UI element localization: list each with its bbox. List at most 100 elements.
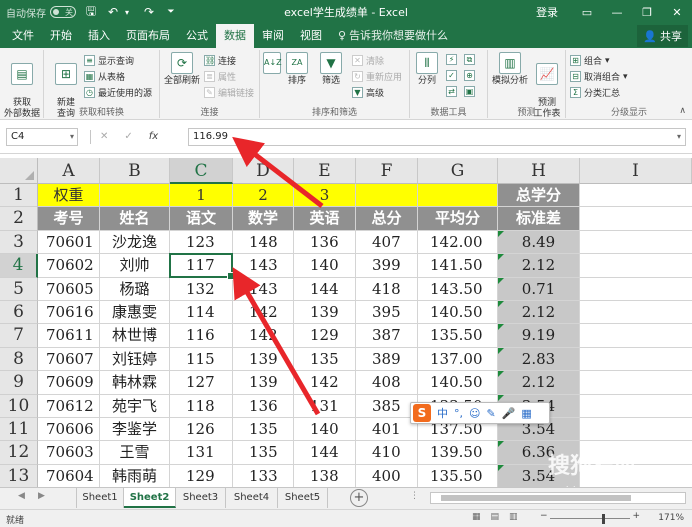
sheet-tab-1[interactable]: Sheet1 xyxy=(76,488,124,508)
tell-me-search[interactable]: ♀ 告诉我你想要做什么 xyxy=(330,24,456,48)
cell-h4[interactable]: 2.12 xyxy=(498,254,580,278)
login-link[interactable]: 登录 xyxy=(536,4,558,20)
cell-d7[interactable]: 142 xyxy=(233,324,294,348)
cell-b7[interactable]: 林世博 xyxy=(100,324,170,348)
cell-b1[interactable] xyxy=(100,184,170,208)
reapply-button[interactable]: ↻ 重新应用 xyxy=(352,70,402,83)
cell-d1[interactable]: 2 xyxy=(233,184,294,208)
cell-e9[interactable]: 142 xyxy=(294,371,356,395)
cell-b10[interactable]: 苑宇飞 xyxy=(100,394,170,418)
cell-c10[interactable]: 118 xyxy=(170,394,233,418)
remove-duplicates-button[interactable]: ⧉ xyxy=(464,54,475,65)
cell-h8[interactable]: 2.83 xyxy=(498,347,580,372)
tab-formulas[interactable]: 公式 xyxy=(178,24,216,48)
tab-page-layout[interactable]: 页面布局 xyxy=(118,24,178,48)
cell-e5[interactable]: 144 xyxy=(294,277,356,301)
ime-mode[interactable]: 中 xyxy=(437,405,448,421)
column-header-c[interactable]: C xyxy=(170,158,233,184)
cell-d5[interactable]: 143 xyxy=(233,277,294,301)
cell-f8[interactable]: 389 xyxy=(356,347,418,372)
get-external-data-button[interactable]: ▤ 获取 外部数据 xyxy=(2,52,42,120)
cell-g7[interactable]: 135.50 xyxy=(418,324,498,348)
manage-data-model-button[interactable]: ▣ xyxy=(464,86,475,97)
cell-e7[interactable]: 129 xyxy=(294,324,356,348)
ribbon-display-options-icon[interactable]: ▭ xyxy=(572,6,602,19)
cell-c4[interactable]: 117 xyxy=(170,254,233,278)
group-button[interactable]: ⊞ 组合 ▾ xyxy=(570,54,610,67)
cell-h12[interactable]: 6.36 xyxy=(498,441,580,465)
cell-d6[interactable]: 142 xyxy=(233,301,294,325)
cell-e12[interactable]: 144 xyxy=(294,441,356,465)
cell-a5[interactable]: 70605 xyxy=(38,277,100,301)
cell-h6[interactable]: 2.12 xyxy=(498,301,580,325)
cell-b5[interactable]: 杨璐 xyxy=(100,277,170,301)
ime-toolbar[interactable]: S 中 °, ☺ ✎ 🎤 ▦ xyxy=(410,402,550,424)
horizontal-scrollbar[interactable] xyxy=(430,492,686,504)
data-validation-button[interactable]: ✓ xyxy=(446,70,457,81)
cell-a12[interactable]: 70603 xyxy=(38,441,100,465)
name-box[interactable]: C4 ▾ xyxy=(6,128,78,146)
insert-function-icon[interactable]: fx xyxy=(149,128,158,146)
cell-e2[interactable]: 英语 xyxy=(294,207,356,231)
expand-formula-icon[interactable]: ▾ xyxy=(677,129,681,145)
cell-g12[interactable]: 139.50 xyxy=(418,441,498,465)
flash-fill-button[interactable]: ⚡ xyxy=(446,54,457,65)
relationships-button[interactable]: ⇄ xyxy=(446,86,457,97)
cell-a3[interactable]: 70601 xyxy=(38,230,100,255)
share-button[interactable]: 👤 共享 xyxy=(637,25,688,47)
subtotal-button[interactable]: Σ 分类汇总 xyxy=(570,86,620,99)
cell-e6[interactable]: 139 xyxy=(294,301,356,325)
cell-h5[interactable]: 0.71 xyxy=(498,277,580,301)
cell-c3[interactable]: 123 xyxy=(170,230,233,255)
cell-e11[interactable]: 140 xyxy=(294,418,356,442)
page-layout-view-icon[interactable]: ▤ xyxy=(491,512,500,522)
sort-az-button[interactable]: A↓Z xyxy=(262,52,282,76)
refresh-all-button[interactable]: ⟳ 全部刷新 xyxy=(162,52,202,87)
consolidate-button[interactable]: ⊕ xyxy=(464,70,475,81)
cell-d2[interactable]: 数学 xyxy=(233,207,294,231)
cell-i12[interactable] xyxy=(580,441,692,465)
column-header-h[interactable]: H xyxy=(498,158,580,184)
cell-f3[interactable]: 407 xyxy=(356,230,418,255)
cell-g5[interactable]: 143.50 xyxy=(418,277,498,301)
recent-sources-button[interactable]: ◷ 最近使用的源 xyxy=(84,86,152,99)
cell-b4[interactable]: 刘帅 xyxy=(100,254,170,278)
cell-f7[interactable]: 387 xyxy=(356,324,418,348)
save-icon[interactable]: 🖫 xyxy=(84,2,98,23)
cell-d9[interactable]: 139 xyxy=(233,371,294,395)
connections-button[interactable]: ⛓ 连接 xyxy=(204,54,236,67)
sheet-tab-4[interactable]: Sheet4 xyxy=(226,488,278,508)
toolbox-icon[interactable]: ▦ xyxy=(521,407,531,420)
column-header-d[interactable]: D xyxy=(233,158,294,184)
formula-input[interactable]: 116.99 ▾ xyxy=(188,128,686,146)
row-header-6[interactable]: 6 xyxy=(0,301,38,325)
cell-f12[interactable]: 410 xyxy=(356,441,418,465)
cell-e4[interactable]: 140 xyxy=(294,254,356,278)
cell-h7[interactable]: 9.19 xyxy=(498,324,580,348)
cell-c5[interactable]: 132 xyxy=(170,277,233,301)
cell-i7[interactable] xyxy=(580,324,692,348)
cell-c12[interactable]: 131 xyxy=(170,441,233,465)
column-header-g[interactable]: G xyxy=(418,158,498,184)
cell-g2[interactable]: 平均分 xyxy=(418,207,498,231)
column-header-e[interactable]: E xyxy=(294,158,356,184)
customize-toolbar-icon[interactable]: ⏷ xyxy=(164,7,178,17)
cell-d4[interactable]: 143 xyxy=(233,254,294,278)
cell-d12[interactable]: 135 xyxy=(233,441,294,465)
cell-c9[interactable]: 127 xyxy=(170,371,233,395)
sheet-tab-2[interactable]: Sheet2 xyxy=(124,488,176,508)
cell-a10[interactable]: 70612 xyxy=(38,394,100,418)
tab-home[interactable]: 开始 xyxy=(42,24,80,48)
cell-f6[interactable]: 395 xyxy=(356,301,418,325)
scroll-thumb[interactable] xyxy=(441,495,631,501)
cell-c2[interactable]: 语文 xyxy=(170,207,233,231)
cell-f2[interactable]: 总分 xyxy=(356,207,418,231)
minimize-icon[interactable]: — xyxy=(602,6,632,19)
cell-b8[interactable]: 刘钰婷 xyxy=(100,347,170,372)
sort-button[interactable]: ZA 排序 xyxy=(284,52,310,87)
worksheet-grid[interactable]: A B C D E F G H I 1 2 3 4 5 6 7 8 9 10 11 12 13 权重 1 2 3 总学分 考号 姓名 语文… xyxy=(0,154,692,487)
sheet-tab-3[interactable]: Sheet3 xyxy=(176,488,226,508)
cell-i11[interactable] xyxy=(580,418,692,442)
row-header-2[interactable]: 2 xyxy=(0,207,38,231)
filter-button[interactable]: ▼ 筛选 xyxy=(316,52,346,87)
